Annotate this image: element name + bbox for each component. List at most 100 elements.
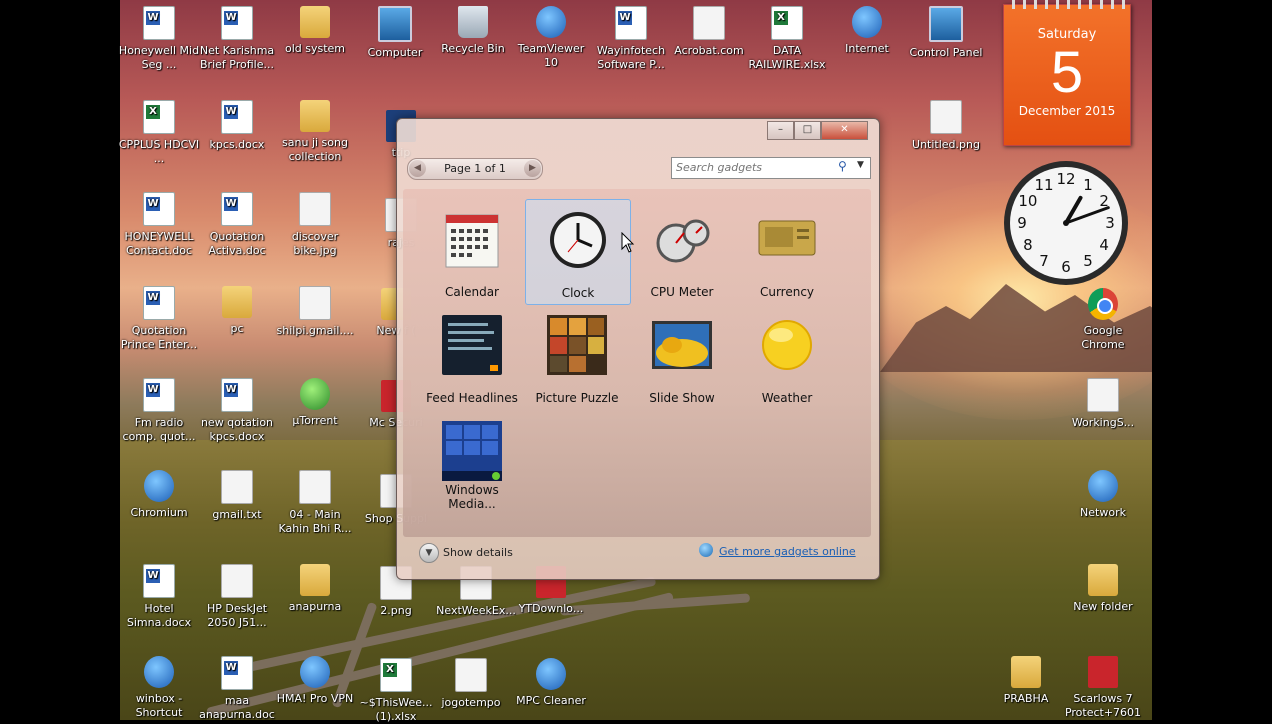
calendar-gadget[interactable]: Saturday 5 December 2015 [1003,0,1131,146]
gadget-gallery-window[interactable]: – □ ✕ ◀ Page 1 of 1 ▶ ⚲ ▼ Calendar [396,118,880,580]
desktop-icon[interactable]: anapurna [274,564,356,614]
search-icon[interactable]: ⚲ [838,159,847,173]
desktop-icon[interactable]: HONEYWELL Contact.doc [118,192,200,258]
desktop-icon[interactable]: Net Karishma Brief Profile... [196,6,278,72]
gadget-feed-headlines[interactable]: Feed Headlines [420,305,524,409]
desktop-icon[interactable]: Internet [826,6,908,56]
desktop-icon[interactable]: HMA! Pro VPN [274,656,356,706]
get-more-gadgets-link[interactable]: Get more gadgets online [719,545,856,558]
desktop-icon-label: CPPLUS HDCVI ... [118,138,200,165]
desktop-icon[interactable]: Untitled.png [905,100,987,152]
folder-file-icon [1011,656,1041,688]
desktop-icon[interactable]: CPPLUS HDCVI ... [118,100,200,166]
calendar-rings [1004,0,1130,9]
maximize-button[interactable]: □ [794,121,821,140]
desktop-icon[interactable]: maa anapurna.doc [196,656,278,722]
desktop-icon[interactable]: Wayinfotech Software P... [590,6,672,72]
desktop-icon[interactable]: Google Chrome [1062,288,1144,352]
close-button[interactable]: ✕ [821,121,868,140]
folder-file-icon [300,100,330,132]
desktop-icon[interactable]: Control Panel [905,6,987,60]
gadget-windows-media[interactable]: Windows Media... [420,411,524,515]
desktop-icon[interactable]: PRABHA [985,656,1067,706]
doc-file-icon [221,656,253,690]
desktop-icon[interactable]: discover bike.jpg [274,192,356,258]
show-details-link[interactable]: Show details [443,546,513,559]
doc-file-icon [221,378,253,412]
desktop-icon[interactable]: New folder [1062,564,1144,614]
clock-numeral: 4 [1099,236,1109,254]
clock-icon [550,212,606,268]
desktop-icon[interactable]: Quotation Activa.doc [196,192,278,258]
desktop-icon[interactable]: 04 - Main Kahin Bhi R... [274,470,356,536]
minimize-button[interactable]: – [767,121,794,140]
desktop-icon[interactable]: HP DeskJet 2050 J51... [196,564,278,630]
desktop-icon[interactable]: Scarlows 7 Protect+7601 [1062,656,1144,720]
desktop-icon[interactable]: Acrobat.com [668,6,750,58]
monitor-file-icon [929,6,963,42]
desktop-icon[interactable]: pc [196,286,278,336]
desktop-icon-label: HP DeskJet 2050 J51... [206,602,268,629]
blue-file-icon [536,6,566,38]
next-page-icon[interactable]: ▶ [524,160,541,177]
desktop-icon-label: maa anapurna.doc [199,694,275,721]
desktop-icon-label: Honeywell Mid Seg ... [118,44,200,71]
desktop-icon[interactable]: kpcs.docx [196,100,278,152]
gadget-clock[interactable]: Clock [525,199,631,305]
desktop-icon-label: anapurna [288,600,342,613]
desktop-icon[interactable]: Computer [354,6,436,60]
search-box[interactable]: ⚲ ▼ [671,157,871,179]
desktop-icon[interactable]: Network [1062,470,1144,520]
desktop-icon[interactable]: TeamViewer 10 [510,6,592,70]
gadget-weather[interactable]: Weather [735,305,839,409]
chevron-down-icon[interactable]: ▼ [857,160,864,170]
desktop-icon[interactable]: Quotation Prince Enter... [118,286,200,352]
blue-file-icon [536,658,566,690]
plain-file-icon [221,564,253,598]
desktop-icon-label: kpcs.docx [209,138,265,151]
xls-file-icon [771,6,803,40]
desktop-icon[interactable]: new qotation kpcs.docx [196,378,278,444]
desktop-icon[interactable]: DATA RAILWIRE.xlsx [746,6,828,72]
desktop-icon[interactable]: WorkingS... [1062,378,1144,430]
desktop-icon[interactable]: Fm radio comp. quot... [118,378,200,444]
desktop-icon[interactable]: Honeywell Mid Seg ... [118,6,200,72]
clock-gadget[interactable]: 12 1234567891011 [1003,160,1129,286]
chrome-file-icon [1088,288,1118,320]
desktop-icon[interactable]: shilpi.gmail.... [274,286,356,338]
desktop-icon[interactable]: old system [274,6,356,56]
gadget-cpu-meter[interactable]: CPU Meter [630,199,734,303]
search-input[interactable] [676,160,826,175]
clock-numeral: 7 [1039,252,1049,270]
gadget-currency[interactable]: Currency [735,199,839,303]
desktop-icon[interactable]: gmail.txt [196,470,278,522]
desktop-icon-label: old system [284,42,346,55]
gadget-label: Clock [561,286,595,300]
desktop-icon[interactable]: µTorrent [274,378,356,428]
gadget-slide-show[interactable]: Slide Show [630,305,734,409]
desktop-icon-label: Hotel Simna.docx [126,602,192,629]
desktop-icon[interactable]: Recycle Bin [432,6,514,56]
desktop-icon-label: Acrobat.com [674,44,744,57]
plain-file-icon [299,192,331,226]
desktop-icon-label: Quotation Prince Enter... [120,324,198,351]
desktop-icon[interactable]: MPC Cleaner [510,658,592,708]
slide-show-icon [652,321,712,369]
desktop-icon[interactable]: winbox - Shortcut [118,656,200,720]
gadget-label: CPU Meter [650,285,714,299]
desktop-icon[interactable]: Hotel Simna.docx [118,564,200,630]
gadget-calendar[interactable]: Calendar [420,199,524,303]
desktop-icon-label: WorkingS... [1071,416,1135,429]
clock-numeral: 9 [1017,214,1027,232]
desktop-icon[interactable]: ~$ThisWee... (1).xlsx [355,658,437,724]
desktop-icon-label: HMA! Pro VPN [276,692,354,705]
desktop-icon[interactable]: sanu ji song collection [274,100,356,164]
prev-page-icon[interactable]: ◀ [409,160,426,177]
desktop-icon-label: Google Chrome [1081,324,1125,351]
desktop-icon[interactable]: Chromium [118,470,200,520]
gadget-picture-puzzle[interactable]: Picture Puzzle [525,305,629,409]
blue-file-icon [1088,470,1118,502]
desktop-icon[interactable]: jogotempo [430,658,512,710]
clock-numeral: 5 [1083,252,1093,270]
expand-details-icon[interactable]: ▼ [419,543,439,563]
